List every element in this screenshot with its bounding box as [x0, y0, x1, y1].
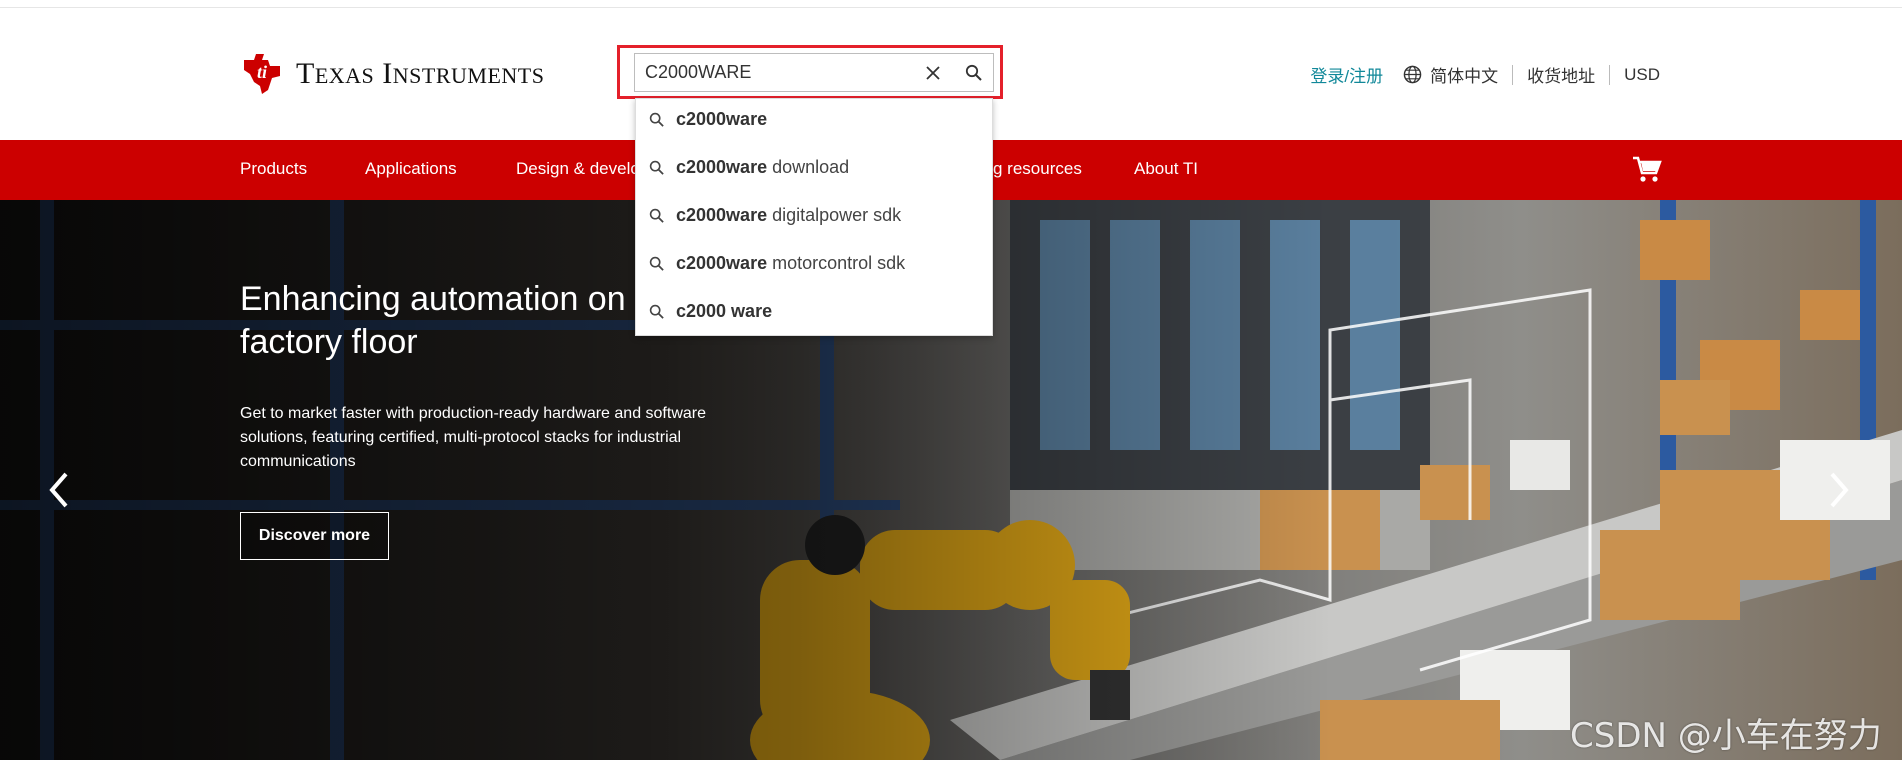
divider: [1512, 64, 1514, 85]
suggestion-match: c2000 ware: [676, 300, 773, 321]
search-suggestion[interactable]: c2000ware digitalpower sdk: [636, 195, 994, 235]
close-icon: [926, 65, 940, 80]
svg-text:ti: ti: [257, 62, 267, 82]
search-suggestion[interactable]: c2000ware motorcontrol sdk: [636, 243, 994, 283]
suggestion-text: c2000ware digitalpower sdk: [676, 205, 901, 226]
suggestion-match: c2000ware: [676, 204, 768, 225]
hero-description: Get to market faster with production-rea…: [240, 405, 706, 470]
language-selector[interactable]: 简体中文: [1403, 62, 1498, 87]
suggestion-text: c2000ware motorcontrol sdk: [676, 253, 905, 274]
suggestion-text: c2000ware download: [676, 157, 849, 178]
ti-logo[interactable]: ti TEXAS INSTRUMENTS: [240, 52, 544, 96]
search-bar: [634, 53, 994, 92]
logo-letter: I: [382, 57, 393, 90]
search-icon: [636, 208, 676, 223]
suggestion-match: c2000ware: [676, 252, 768, 273]
cart-button[interactable]: [1632, 155, 1662, 188]
nav-item-design-development[interactable]: Design & develo: [516, 159, 640, 179]
suggestion-rest: download: [767, 156, 850, 177]
suggestion-rest: motorcontrol sdk: [767, 252, 906, 273]
search-icon: [636, 256, 676, 271]
language-label: 简体中文: [1430, 67, 1499, 86]
suggestion-text: c2000 ware: [676, 301, 772, 322]
search-input[interactable]: [635, 54, 913, 91]
clear-search-button[interactable]: [913, 54, 953, 91]
search-icon: [965, 64, 982, 81]
search-suggestion[interactable]: c2000 ware: [636, 291, 994, 331]
suggestion-match: c2000ware: [676, 108, 768, 129]
nav-item-ordering-resources[interactable]: g resources: [993, 159, 1082, 179]
cart-icon: [1633, 156, 1662, 182]
divider: [1609, 64, 1611, 85]
search-icon: [636, 160, 676, 175]
search-suggestion[interactable]: c2000ware: [636, 99, 994, 139]
ti-homepage: ti TEXAS INSTRUMENTS 登录/注册 简体中文 收货地址 USD…: [0, 0, 1902, 760]
chevron-left-icon: [49, 472, 68, 508]
search-icon: [636, 112, 676, 127]
ti-logo-mark-icon: ti: [244, 54, 280, 94]
utility-links: 登录/注册 简体中文 收货地址 USD: [1310, 62, 1660, 87]
search-suggestions-dropdown: c2000ware c2000ware download c2000ware d…: [635, 98, 993, 336]
csdn-watermark: CSDN @小车在努力: [1570, 716, 1882, 756]
ti-logo-text: TEXAS INSTRUMENTS: [296, 57, 544, 91]
logo-word: EXAS: [314, 63, 375, 88]
suggestion-text: c2000ware: [676, 109, 767, 130]
nav-item-applications[interactable]: Applications: [365, 159, 457, 179]
shipping-address-link[interactable]: 收货地址: [1527, 62, 1595, 87]
globe-icon: [1403, 65, 1422, 84]
search-button[interactable]: [953, 54, 993, 91]
carousel-next-button[interactable]: [1828, 470, 1852, 515]
search-suggestion[interactable]: c2000ware download: [636, 147, 994, 187]
suggestion-rest: digitalpower sdk: [767, 204, 902, 225]
discover-more-button[interactable]: Discover more: [240, 512, 389, 560]
search-icon: [636, 304, 676, 319]
suggestion-match: c2000ware: [676, 156, 768, 177]
currency-selector[interactable]: USD: [1624, 65, 1660, 85]
nav-item-about-ti[interactable]: About TI: [1134, 159, 1198, 179]
chevron-right-icon: [1830, 472, 1849, 508]
login-register-link[interactable]: 登录/注册: [1310, 62, 1383, 87]
logo-word: NSTRUMENTS: [392, 63, 545, 88]
carousel-prev-button[interactable]: [46, 470, 70, 515]
logo-letter: T: [296, 57, 315, 90]
nav-item-products[interactable]: Products: [240, 159, 307, 179]
